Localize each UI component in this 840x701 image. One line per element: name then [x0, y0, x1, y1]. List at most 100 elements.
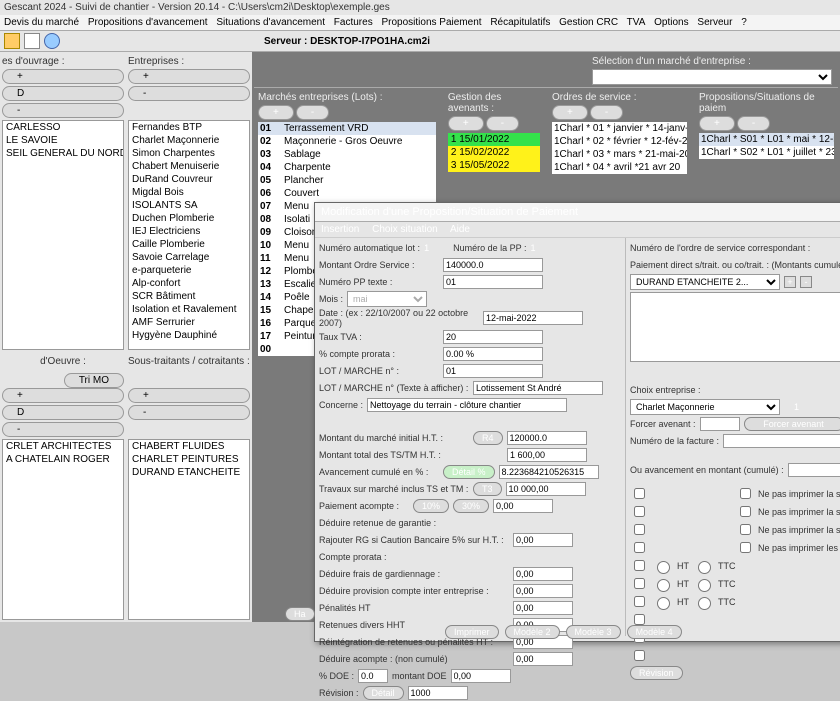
- menu-options[interactable]: Options: [654, 17, 688, 28]
- av-add[interactable]: +: [448, 116, 484, 131]
- menu-serveur[interactable]: Serveur: [697, 17, 732, 28]
- lot-row[interactable]: 06Couvert: [258, 187, 436, 200]
- ded-gard-input[interactable]: [513, 567, 573, 581]
- menu-sit-av[interactable]: Situations d'avancement: [216, 17, 325, 28]
- ouvrage-item[interactable]: SEIL GENERAL DU NORD: [3, 147, 123, 160]
- ent-add-sq[interactable]: +: [784, 276, 796, 288]
- pen-input[interactable]: [513, 601, 573, 615]
- doe-pct-input[interactable]: [358, 669, 388, 683]
- avenant-row[interactable]: 3 15/05/2022: [448, 159, 540, 172]
- tri-mo-button[interactable]: Tri MO: [64, 373, 124, 388]
- pp-add[interactable]: +: [699, 116, 735, 131]
- r4-button[interactable]: R4: [473, 431, 503, 445]
- r-ht-2[interactable]: [657, 579, 670, 592]
- ordres-list[interactable]: 1Charl * 01 * janvier * 14-janv-20221Cha…: [552, 122, 687, 174]
- revision-button[interactable]: Révision: [630, 666, 683, 680]
- imprimer-button[interactable]: Imprimer: [445, 625, 499, 639]
- entreprises-list[interactable]: Fernandes BTPCharlet MaçonnerieSimon Cha…: [128, 120, 250, 350]
- ent-add[interactable]: +: [128, 69, 250, 84]
- entreprise-item[interactable]: Duchen Plomberie: [129, 212, 249, 225]
- raj-input[interactable]: [513, 533, 573, 547]
- avenants-list[interactable]: 1 15/01/20222 15/02/20223 15/05/2022: [448, 133, 540, 172]
- entreprise-item[interactable]: Charlet Maçonnerie: [129, 134, 249, 147]
- entreprise-item[interactable]: Savoie Carrelage: [129, 251, 249, 264]
- help-icon[interactable]: [44, 33, 60, 49]
- ded-prov-input[interactable]: [513, 584, 573, 598]
- copy-icon[interactable]: [24, 33, 40, 49]
- ouvrage-del[interactable]: -: [2, 103, 124, 118]
- lot-row[interactable]: 03Sablage: [258, 148, 436, 161]
- entreprise-item[interactable]: Isolation et Ravalement: [129, 303, 249, 316]
- oeuvres-list[interactable]: CRLET ARCHITECTESA CHATELAIN ROGER: [2, 439, 124, 620]
- t3-button[interactable]: T3: [473, 482, 502, 496]
- menu-devis[interactable]: Devis du marché: [4, 17, 79, 28]
- entreprise-item[interactable]: e-parqueterie: [129, 264, 249, 277]
- r-ttc-3[interactable]: [698, 597, 711, 610]
- oeuvre-del[interactable]: -: [2, 422, 124, 437]
- trav-input[interactable]: [506, 482, 586, 496]
- cb-ht-1[interactable]: [634, 560, 645, 571]
- cb-4[interactable]: [634, 542, 645, 553]
- ordre-row[interactable]: 1Charl * 02 * février * 12-fév-2022: [552, 135, 687, 148]
- facture-input[interactable]: [723, 434, 840, 448]
- m-init-input[interactable]: [507, 431, 587, 445]
- ouvrage-item[interactable]: CARLESSO: [3, 121, 123, 134]
- modal-menu-insertion[interactable]: Insertion: [321, 224, 359, 235]
- ouvrages-list[interactable]: CARLESSOLE SAVOIESEIL GENERAL DU NORD: [2, 120, 124, 350]
- modele2-button[interactable]: Modèle 2: [505, 625, 560, 639]
- prop-row[interactable]: 1Charl * S01 * L01 * mai * 12-m: [699, 133, 834, 146]
- ent-long-list[interactable]: DURAND ETANCHEITE 2500.0 -> 100: [630, 292, 840, 362]
- entreprise-item[interactable]: Fernandes BTP: [129, 121, 249, 134]
- ent-del-sq[interactable]: -: [800, 276, 812, 288]
- entreprise-item[interactable]: IEJ Electriciens: [129, 225, 249, 238]
- sous-add[interactable]: +: [128, 388, 250, 403]
- chk-sig-mo[interactable]: [740, 488, 751, 499]
- r-ht-3[interactable]: [657, 597, 670, 610]
- b10-button[interactable]: 10%: [413, 499, 449, 513]
- prorata-input[interactable]: [443, 347, 543, 361]
- lot-row[interactable]: 01Terrassement VRD: [258, 122, 436, 135]
- av-del[interactable]: -: [486, 116, 519, 131]
- props-list[interactable]: 1Charl * S01 * L01 * mai * 12-m1Charl * …: [699, 133, 834, 159]
- ordre-row[interactable]: 1Charl * 01 * janvier * 14-janv-2022: [552, 122, 687, 135]
- cb-2[interactable]: [634, 506, 645, 517]
- lot-row[interactable]: 04Charpente: [258, 161, 436, 174]
- cb-ht-2[interactable]: [634, 578, 645, 589]
- tva-input[interactable]: [443, 330, 543, 344]
- concerne-input[interactable]: [367, 398, 567, 412]
- cb-1[interactable]: [634, 488, 645, 499]
- cb-ht-3[interactable]: [634, 596, 645, 607]
- pp-txt-input[interactable]: [443, 275, 543, 289]
- entreprise-item[interactable]: Caille Plomberie: [129, 238, 249, 251]
- detail-pct-button[interactable]: Détail %: [443, 465, 495, 479]
- lot-add[interactable]: +: [258, 105, 294, 120]
- entreprise-item[interactable]: AMF Serrurier: [129, 316, 249, 329]
- lot-n-input[interactable]: [443, 364, 543, 378]
- lot-row[interactable]: 05Plancher: [258, 174, 436, 187]
- lot-row[interactable]: 02Maçonnerie - Gros Oeuvre: [258, 135, 436, 148]
- rev-input[interactable]: [408, 686, 468, 700]
- av-input[interactable]: [499, 465, 599, 479]
- menu-tva[interactable]: TVA: [627, 17, 646, 28]
- forcer-input[interactable]: [700, 417, 740, 431]
- r-ttc-2[interactable]: [698, 579, 711, 592]
- b30-button[interactable]: 30%: [453, 499, 489, 513]
- date-input[interactable]: [483, 311, 583, 325]
- oeuvre-item[interactable]: CRLET ARCHITECTES: [3, 440, 123, 453]
- entreprise-item[interactable]: SCR Bâtiment: [129, 290, 249, 303]
- lot-del[interactable]: -: [296, 105, 329, 120]
- doe-m-input[interactable]: [451, 669, 511, 683]
- entreprise-item[interactable]: Hygyène Dauphiné: [129, 329, 249, 342]
- sel-marche-dropdown[interactable]: [592, 69, 832, 85]
- entreprise-item[interactable]: Chabert Menuiserie: [129, 160, 249, 173]
- ouvrage-d[interactable]: D: [2, 86, 124, 101]
- ent-select[interactable]: DURAND ETANCHEITE 2...: [630, 274, 780, 290]
- entreprise-item[interactable]: Simon Charpentes: [129, 147, 249, 160]
- oeuvre-add[interactable]: +: [2, 388, 124, 403]
- r-ttc-1[interactable]: [698, 561, 711, 574]
- pp-del[interactable]: -: [737, 116, 770, 131]
- modele4-button[interactable]: Modèle 4: [627, 625, 682, 639]
- prop-row[interactable]: 1Charl * S02 * L01 * juillet * 23-j: [699, 146, 834, 159]
- ou-input[interactable]: [788, 463, 840, 477]
- sous-item[interactable]: CHABERT FLUIDES: [129, 440, 249, 453]
